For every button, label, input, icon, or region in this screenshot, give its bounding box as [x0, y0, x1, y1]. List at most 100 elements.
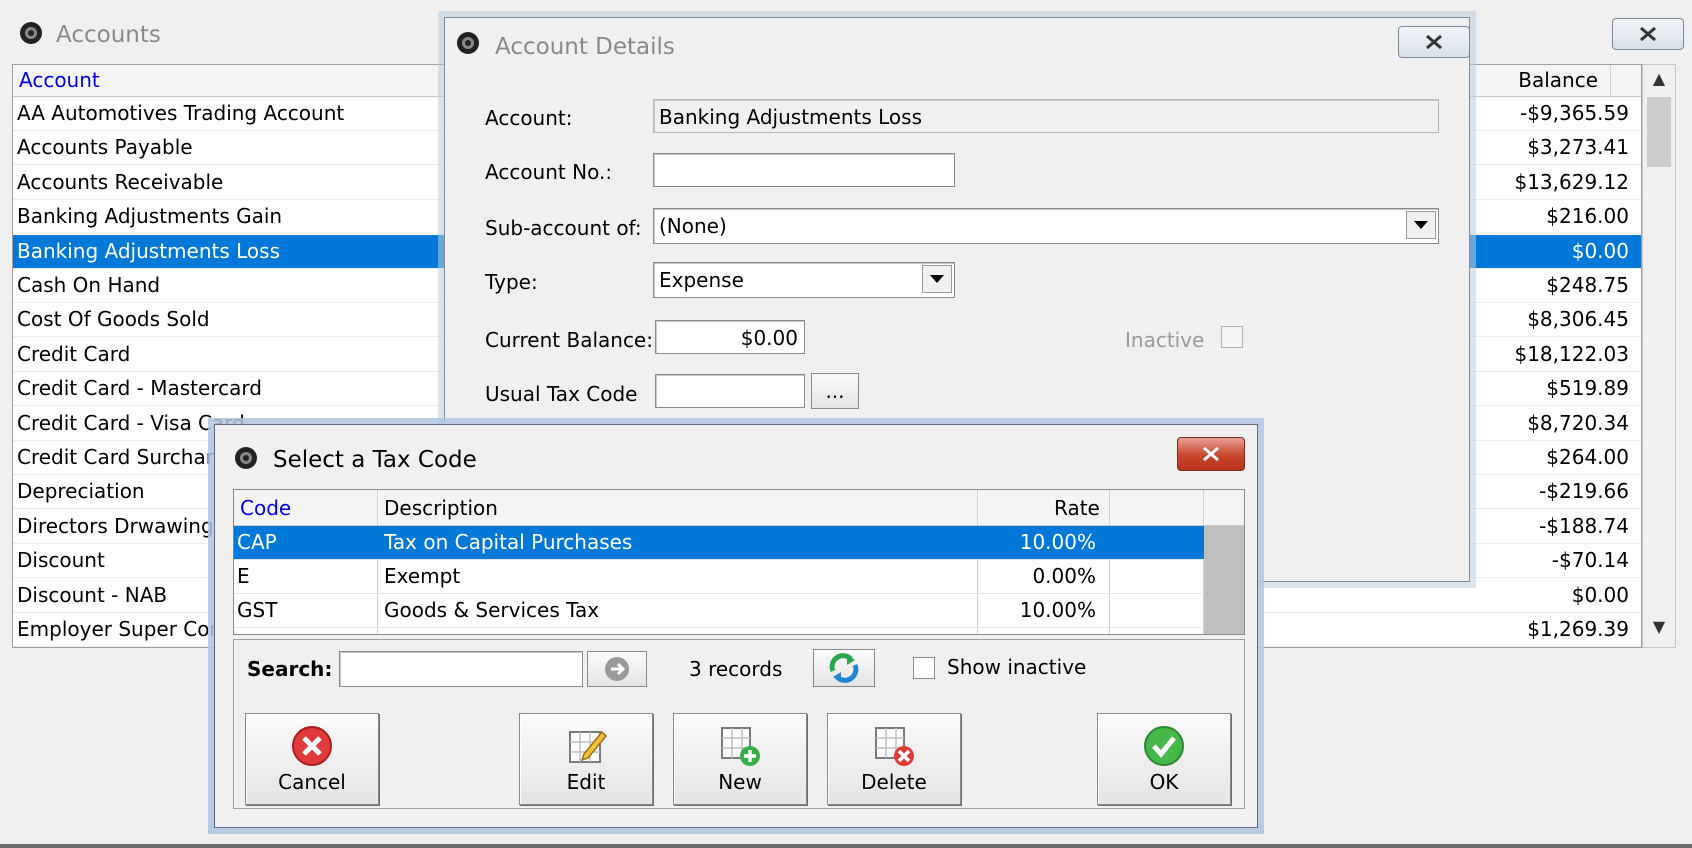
- search-go-button[interactable]: [587, 651, 647, 687]
- search-label: Search:: [247, 657, 333, 681]
- account-balance: $248.75: [1546, 273, 1629, 297]
- scroll-down-icon[interactable]: ▼: [1643, 617, 1675, 645]
- account-name: Discount: [17, 548, 105, 573]
- account-balance: $8,306.45: [1527, 307, 1629, 332]
- type-label: Type:: [485, 270, 538, 294]
- type-select[interactable]: Expense: [653, 262, 955, 298]
- account-details-titlebar[interactable]: Account Details: [445, 18, 1470, 72]
- window-bottom-border: [0, 844, 1692, 848]
- account-no-input[interactable]: [653, 153, 955, 187]
- tax-dialog-close-button[interactable]: [1177, 437, 1245, 471]
- accounts-window-title: Accounts: [56, 22, 161, 48]
- subaccount-dropdown-button[interactable]: [1406, 211, 1436, 239]
- ok-icon: [1144, 726, 1184, 766]
- column-header-balance-cell[interactable]: Balance: [1469, 65, 1611, 97]
- table-row[interactable]: E Exempt 0.00%: [234, 560, 1204, 594]
- accounts-scrollbar[interactable]: ▲ ▼: [1642, 64, 1676, 648]
- account-balance: -$188.74: [1539, 513, 1629, 538]
- type-dropdown-button[interactable]: [922, 265, 952, 293]
- column-header-account[interactable]: Account: [19, 68, 100, 92]
- account-balance: -$219.66: [1539, 479, 1629, 504]
- account-name: Directors Drwawings: [17, 513, 225, 538]
- app-logo-icon: [457, 32, 479, 54]
- inactive-label: Inactive: [1125, 328, 1205, 352]
- subaccount-select[interactable]: (None): [653, 208, 1439, 244]
- select-tax-code-dialog: Select a Tax Code Code Description Rate …: [214, 424, 1258, 828]
- tax-code-browse-button[interactable]: ...: [811, 373, 859, 409]
- chevron-down-icon: [1414, 221, 1428, 229]
- account-name: Banking Adjustments Loss: [17, 238, 280, 263]
- record-count: 3 records: [689, 657, 783, 681]
- search-input[interactable]: [339, 651, 583, 687]
- account-balance: $1,269.39: [1527, 617, 1629, 641]
- refresh-icon: [829, 653, 859, 683]
- arrow-right-icon: [605, 657, 629, 681]
- account-no-label: Account No.:: [485, 160, 613, 184]
- account-name: Cost Of Goods Sold: [17, 307, 210, 332]
- account-name: AA Automotives Trading Account: [17, 101, 345, 125]
- show-inactive-checkbox[interactable]: [913, 657, 935, 679]
- current-balance-input[interactable]: $0.00: [655, 320, 805, 354]
- tax-rate-cell: 10.00%: [1019, 530, 1096, 554]
- tax-code-cell: GST: [237, 598, 278, 622]
- edit-button[interactable]: Edit: [519, 713, 653, 805]
- account-field: Banking Adjustments Loss: [653, 99, 1439, 133]
- account-value: Banking Adjustments Loss: [659, 105, 922, 129]
- column-header-balance[interactable]: Balance: [1518, 68, 1598, 92]
- type-value: Expense: [659, 268, 744, 292]
- account-balance: $13,629.12: [1514, 169, 1629, 194]
- account-balance: $18,122.03: [1514, 341, 1629, 366]
- account-name: Accounts Payable: [17, 135, 193, 160]
- tax-description-cell: Exempt: [384, 564, 461, 588]
- account-balance: $519.89: [1546, 376, 1629, 401]
- account-details-title: Account Details: [495, 34, 675, 60]
- delete-label: Delete: [861, 770, 927, 794]
- tax-grid-empty-area: [1204, 526, 1244, 634]
- delete-button[interactable]: Delete: [827, 713, 961, 805]
- inactive-checkbox[interactable]: [1221, 326, 1243, 348]
- account-name: Accounts Receivable: [17, 169, 224, 194]
- scroll-thumb[interactable]: [1647, 97, 1671, 167]
- column-header-code[interactable]: Code: [240, 496, 291, 520]
- accounts-close-button[interactable]: [1612, 18, 1684, 50]
- account-name: Credit Card - Visa Card: [17, 410, 245, 435]
- current-balance-label: Current Balance:: [485, 328, 653, 352]
- account-name: Banking Adjustments Gain: [17, 204, 283, 229]
- delete-icon: [875, 727, 914, 766]
- account-balance: -$70.14: [1551, 548, 1629, 573]
- chevron-down-icon: [930, 275, 944, 283]
- refresh-button[interactable]: [813, 649, 875, 687]
- account-balance: $0.00: [1571, 238, 1629, 263]
- cancel-label: Cancel: [278, 770, 346, 794]
- account-name: Discount - NAB: [17, 582, 168, 607]
- account-name: Credit Card Surcharg: [17, 445, 227, 469]
- tax-rate-cell: 10.00%: [1019, 598, 1096, 622]
- show-inactive-label[interactable]: Show inactive: [947, 655, 1086, 679]
- tax-code-grid[interactable]: Code Description Rate CAP Tax on Capital …: [233, 489, 1245, 635]
- account-details-close-button[interactable]: [1398, 26, 1470, 58]
- tax-description-cell: Tax on Capital Purchases: [384, 530, 633, 554]
- column-header-description[interactable]: Description: [384, 496, 498, 520]
- ok-button[interactable]: OK: [1097, 713, 1231, 805]
- account-label: Account:: [485, 106, 573, 130]
- tax-code-cell: CAP: [237, 530, 277, 554]
- edit-label: Edit: [566, 770, 606, 794]
- account-balance: -$9,365.59: [1519, 101, 1629, 125]
- scroll-up-icon[interactable]: ▲: [1643, 69, 1675, 97]
- account-balance: $3,273.41: [1527, 135, 1629, 160]
- new-button[interactable]: New: [673, 713, 807, 805]
- new-icon: [721, 727, 760, 766]
- cancel-button[interactable]: Cancel: [245, 713, 379, 805]
- select-tax-code-title: Select a Tax Code: [273, 447, 477, 473]
- account-name: Employer Super Cont: [17, 617, 230, 641]
- column-header-rate[interactable]: Rate: [1054, 496, 1100, 520]
- account-balance: $0.00: [1571, 582, 1629, 607]
- tax-description-cell: Goods & Services Tax: [384, 598, 600, 622]
- table-row[interactable]: CAP Tax on Capital Purchases 10.00%: [234, 526, 1204, 560]
- edit-icon: [569, 730, 608, 763]
- account-name: Cash On Hand: [17, 273, 161, 297]
- subaccount-value: (None): [659, 214, 727, 238]
- table-row[interactable]: GST Goods & Services Tax 10.00%: [234, 594, 1204, 628]
- usual-tax-code-input[interactable]: [655, 374, 805, 408]
- browse-label: ...: [825, 379, 845, 403]
